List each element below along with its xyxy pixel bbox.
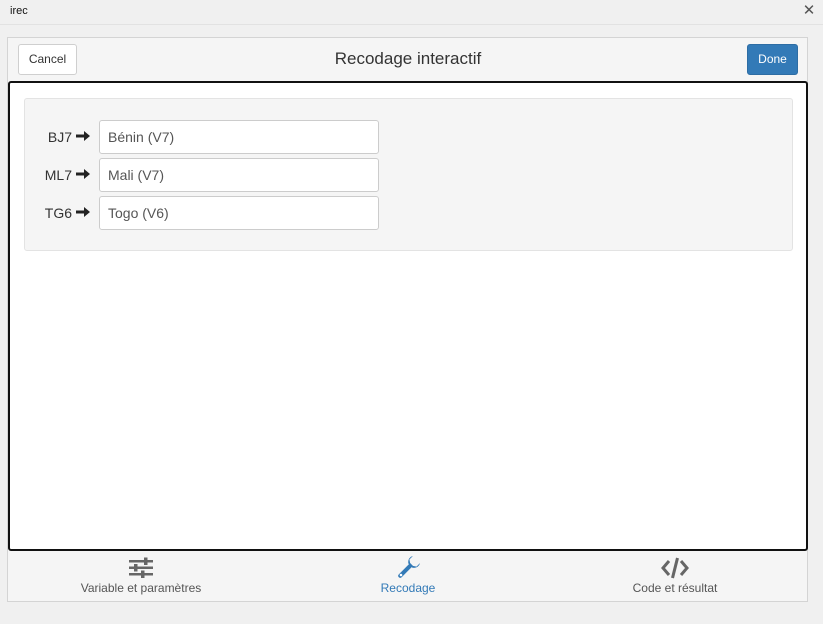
window-title: irec (10, 5, 28, 17)
tab-code-resultat[interactable]: Code et résultat (542, 553, 808, 601)
arrow-right-icon (76, 131, 90, 141)
window-titlebar: irec ✕ (0, 0, 823, 25)
recode-source-label: TG6 (44, 205, 72, 221)
done-button[interactable]: Done (747, 44, 798, 75)
arrow-right-icon (76, 207, 90, 217)
recode-source-label: ML7 (44, 167, 72, 183)
tab-label: Code et résultat (632, 581, 718, 595)
sliders-icon (129, 557, 153, 578)
recode-row: TG6 (25, 196, 385, 230)
page-title: Recodage interactif (334, 49, 482, 68)
recode-panel: BJ7 ML7 TG6 (24, 98, 793, 251)
arrow-right-icon (76, 169, 90, 179)
tab-label: Recodage (380, 581, 436, 595)
close-icon[interactable]: ✕ (801, 2, 817, 20)
recode-source-label: BJ7 (47, 129, 72, 145)
recode-row: BJ7 (25, 120, 385, 154)
recode-target-input[interactable] (99, 158, 379, 192)
tab-recodage[interactable]: Recodage (274, 553, 542, 601)
bottom-tabbar: Variable et paramètres Recodage Code et … (8, 553, 808, 601)
recode-target-input[interactable] (99, 120, 379, 154)
tab-variable-parametres[interactable]: Variable et paramètres (8, 553, 274, 601)
tab-label: Variable et paramètres (80, 581, 202, 595)
wrench-icon (398, 555, 421, 578)
content-panel: BJ7 ML7 TG6 (8, 81, 808, 551)
recode-row: ML7 (25, 158, 385, 192)
code-icon (661, 557, 689, 579)
recode-target-input[interactable] (99, 196, 379, 230)
